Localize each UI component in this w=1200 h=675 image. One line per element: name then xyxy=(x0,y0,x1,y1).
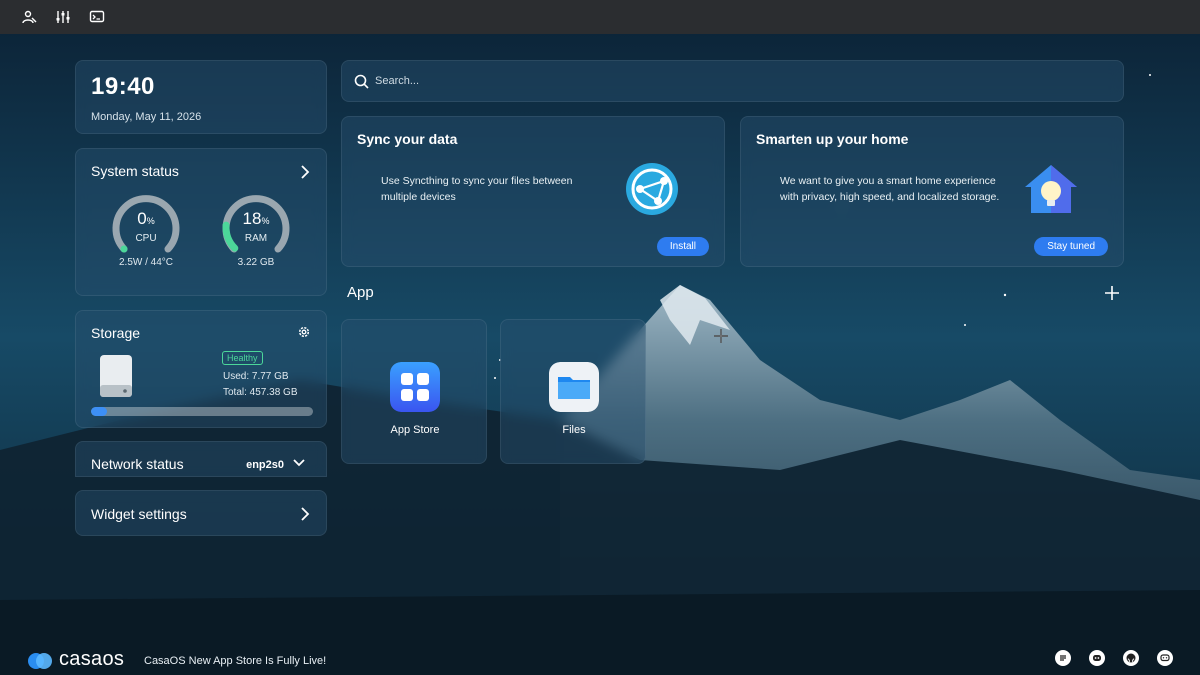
ram-detail: 3.22 GB xyxy=(237,257,275,268)
ram-gauge: 18% RAM 3.22 GB xyxy=(220,191,292,268)
github-icon[interactable] xyxy=(1123,650,1139,666)
clock-time: 19:40 xyxy=(91,73,155,100)
storage-widget: Storage Healthy Used: 7.77 GB Total: 457… xyxy=(75,310,327,428)
clock-date: Monday, May 11, 2026 xyxy=(91,111,202,123)
smart-home-bulb-icon xyxy=(1025,165,1077,213)
app-tile-app-store[interactable]: App Store xyxy=(341,319,487,464)
search-input[interactable] xyxy=(375,75,1075,87)
casaos-logo[interactable]: casaos xyxy=(26,648,124,671)
forum-icon[interactable] xyxy=(1055,650,1071,666)
chevron-right-icon[interactable] xyxy=(300,507,310,521)
promo-description: We want to give you a smart home experie… xyxy=(780,175,1000,203)
storage-progress-bar xyxy=(91,407,313,416)
folder-icon xyxy=(549,362,599,412)
promo-title: Sync your data xyxy=(357,131,458,147)
ram-value: 18 xyxy=(242,209,262,228)
news-link[interactable]: CasaOS New App Store Is Fully Live! xyxy=(144,655,326,667)
chevron-right-icon[interactable] xyxy=(300,165,310,179)
chevron-down-icon[interactable] xyxy=(293,459,305,467)
network-interface[interactable]: enp2s0 xyxy=(246,459,284,471)
ram-label: RAM xyxy=(244,233,268,244)
promo-card-smart-home: Smarten up your home We want to give you… xyxy=(740,116,1124,267)
top-bar xyxy=(0,0,1200,34)
cpu-detail: 2.5W / 44°C xyxy=(118,257,174,268)
storage-title: Storage xyxy=(91,325,141,341)
discord-icon[interactable] xyxy=(1089,650,1105,666)
app-store-icon xyxy=(390,362,440,412)
crosshair-cursor-icon xyxy=(714,329,728,343)
stay-tuned-button[interactable]: Stay tuned xyxy=(1034,237,1108,256)
casaos-logo-icon xyxy=(28,652,52,669)
logo-text: casaos xyxy=(59,648,125,670)
terminal-icon[interactable] xyxy=(88,8,106,26)
app-section-title: App xyxy=(347,284,374,301)
system-status-widget: System status 0% CPU 2.5W / 44°C 18% RAM… xyxy=(75,148,327,296)
system-status-title: System status xyxy=(91,163,179,179)
settings-sliders-icon[interactable] xyxy=(54,8,72,26)
syncthing-icon xyxy=(626,163,678,215)
app-label: Files xyxy=(562,424,586,436)
account-icon[interactable] xyxy=(20,8,38,26)
storage-progress-fill xyxy=(91,407,107,416)
cpu-value: 0 xyxy=(137,209,147,228)
network-status-widget[interactable]: Network status enp2s0 xyxy=(75,441,327,477)
search-bar xyxy=(341,60,1124,102)
search-icon xyxy=(354,74,369,89)
widget-settings-label: Widget settings xyxy=(91,506,187,522)
status-badge: Healthy xyxy=(222,351,263,365)
storage-total: Total: 457.38 GB xyxy=(223,387,298,398)
add-icon[interactable] xyxy=(1104,285,1120,301)
cpu-gauge: 0% CPU 2.5W / 44°C xyxy=(110,191,182,268)
cpu-label: CPU xyxy=(135,233,157,244)
promo-title: Smarten up your home xyxy=(756,131,909,147)
cpu-unit: % xyxy=(146,216,155,226)
storage-used: Used: 7.77 GB xyxy=(223,371,289,382)
hard-drive-icon xyxy=(100,355,132,397)
ram-unit: % xyxy=(261,216,270,226)
widget-settings-button[interactable]: Widget settings xyxy=(75,490,327,536)
app-label: App Store xyxy=(390,424,440,436)
gear-icon[interactable] xyxy=(297,325,311,339)
chat-icon[interactable] xyxy=(1157,650,1173,666)
promo-description: Use Syncthing to sync your files between… xyxy=(381,175,573,203)
install-button[interactable]: Install xyxy=(656,237,709,256)
app-tile-files[interactable]: Files xyxy=(500,319,646,464)
clock-widget: 19:40 Monday, May 11, 2026 xyxy=(75,60,327,134)
footer: casaos CasaOS New App Store Is Fully Liv… xyxy=(0,645,1200,675)
promo-card-syncthing: Sync your data Use Syncthing to sync you… xyxy=(341,116,725,267)
